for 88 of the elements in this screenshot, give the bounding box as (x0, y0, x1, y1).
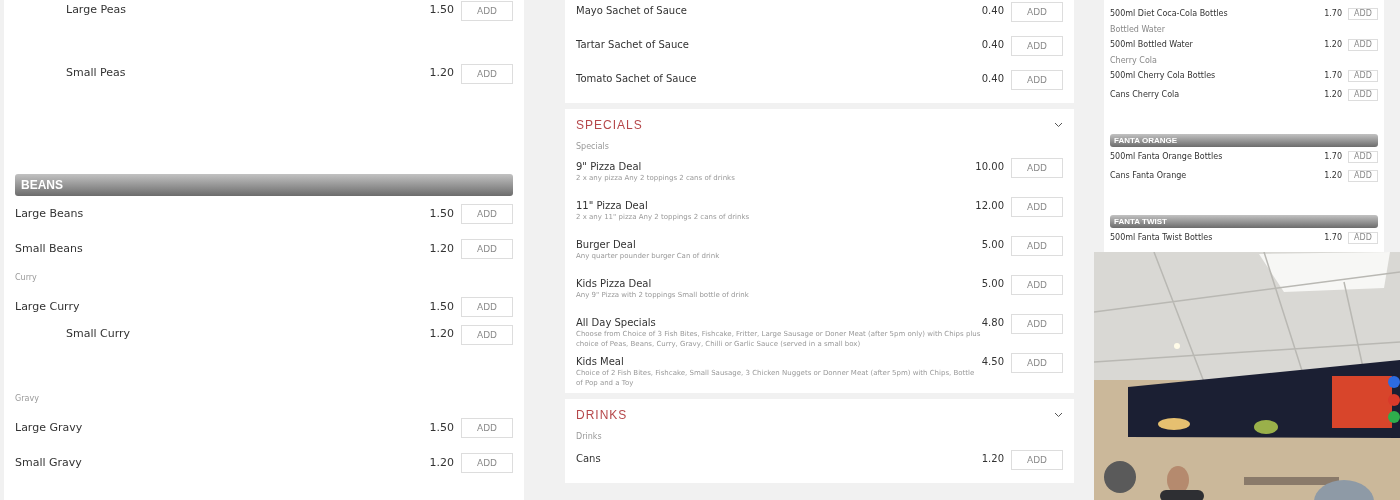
category-banner: BEANS (15, 174, 513, 196)
add-button[interactable]: ADD (1011, 353, 1063, 373)
item-name: Cans Fanta Orange (1110, 171, 1188, 180)
item-name: Small Curry (66, 327, 132, 340)
add-button[interactable]: ADD (1011, 275, 1063, 295)
add-button[interactable]: ADD (461, 238, 513, 259)
add-button[interactable]: ADD (461, 296, 513, 317)
item-name: Large Peas (66, 3, 127, 16)
item-name: Kids Pizza Deal (576, 278, 653, 289)
item-price: 1.20 (1324, 90, 1342, 99)
item-name: Small Beans (15, 242, 84, 255)
add-button[interactable]: ADD (1348, 38, 1378, 51)
item-name: Mayo Sachet of Sauce (576, 5, 688, 16)
subcategory-label: Gravy (15, 394, 39, 403)
item-price: 1.70 (1324, 233, 1342, 242)
item-name: 500ml Fanta Orange Bottles (1110, 152, 1224, 161)
add-button[interactable]: ADD (1011, 70, 1063, 90)
item-price: 10.00 (975, 161, 1004, 172)
subcategory-label: Cherry Cola (1110, 55, 1157, 65)
add-button[interactable]: ADD (1348, 7, 1378, 20)
add-button[interactable]: ADD (461, 64, 513, 84)
item-name: Large Curry (15, 300, 81, 313)
item-name: Tartar Sachet of Sauce (576, 39, 690, 50)
item-price: 1.70 (1324, 9, 1342, 18)
add-button[interactable]: ADD (1011, 314, 1063, 334)
item-price: 1.50 (429, 207, 454, 220)
item-price: 1.70 (1324, 152, 1342, 161)
item-name: 9" Pizza Deal (576, 161, 643, 172)
item-price: 1.50 (429, 421, 454, 434)
item-price: 1.20 (981, 453, 1004, 464)
item-price: 0.40 (981, 73, 1004, 84)
item-price: 4.80 (981, 317, 1004, 328)
add-button[interactable]: ADD (461, 417, 513, 438)
item-price: 1.50 (429, 3, 454, 16)
chevron-down-icon[interactable] (1054, 122, 1063, 128)
item-name: Large Beans (15, 207, 85, 220)
item-name: 500ml Bottled Water (1110, 40, 1194, 49)
item-price: 1.50 (429, 300, 454, 313)
item-price: 1.20 (429, 456, 454, 469)
add-button[interactable]: ADD (1011, 197, 1063, 217)
category-banner: FANTA ORANGE (1110, 134, 1378, 147)
section-label: Specials (576, 140, 610, 153)
item-price: 1.20 (429, 66, 454, 79)
section-title: DRINKS (576, 408, 628, 422)
item-price: 0.40 (981, 5, 1004, 16)
subcategory-label: Curry (15, 273, 37, 282)
section-title: SPECIALS (576, 118, 643, 132)
add-button[interactable]: ADD (1348, 150, 1378, 163)
item-price: 4.50 (981, 356, 1004, 367)
item-name: Burger Deal (576, 239, 637, 250)
item-price: 5.00 (981, 239, 1004, 250)
item-price: 1.20 (429, 327, 454, 340)
item-name: Cans (576, 453, 602, 464)
add-button[interactable]: ADD (1348, 231, 1378, 244)
item-price: 1.20 (1324, 40, 1342, 49)
item-name: 500ml Diet Coca-Cola Bottles (1110, 9, 1229, 18)
item-name: Small Gravy (15, 456, 83, 469)
add-button[interactable]: ADD (1011, 450, 1063, 470)
add-button[interactable]: ADD (461, 203, 513, 224)
item-name: Small Peas (66, 66, 127, 79)
add-button[interactable]: ADD (1011, 236, 1063, 256)
add-button[interactable]: ADD (1011, 36, 1063, 56)
item-price: 12.00 (975, 200, 1004, 211)
category-banner: FANTA TWIST (1110, 215, 1378, 228)
item-name: All Day Specials (576, 317, 657, 328)
item-price: 5.00 (981, 278, 1004, 289)
item-price: 0.40 (981, 39, 1004, 50)
add-button[interactable]: ADD (1011, 158, 1063, 178)
item-price: 1.70 (1324, 71, 1342, 80)
subcategory-label: Bottled Water (1110, 24, 1166, 34)
add-button[interactable]: ADD (1348, 88, 1378, 101)
item-price: 1.20 (429, 242, 454, 255)
item-name: Kids Meal (576, 356, 625, 367)
item-price: 1.20 (1324, 171, 1342, 180)
add-button[interactable]: ADD (461, 325, 513, 345)
add-button[interactable]: ADD (1348, 169, 1378, 182)
item-name: 500ml Cherry Cola Bottles (1110, 71, 1217, 80)
section-label: Drinks (576, 430, 603, 443)
item-name: 500ml Fanta Twist Bottles (1110, 233, 1214, 242)
item-name: 11" Pizza Deal (576, 200, 649, 211)
add-button[interactable]: ADD (1348, 69, 1378, 82)
add-button[interactable]: ADD (461, 1, 513, 21)
chevron-down-icon[interactable] (1054, 412, 1063, 418)
item-name: Tomato Sachet of Sauce (576, 73, 698, 84)
add-button[interactable]: ADD (461, 452, 513, 473)
item-name: Large Gravy (15, 421, 84, 434)
add-button[interactable]: ADD (1011, 2, 1063, 22)
item-name: Cans Cherry Cola (1110, 90, 1181, 99)
